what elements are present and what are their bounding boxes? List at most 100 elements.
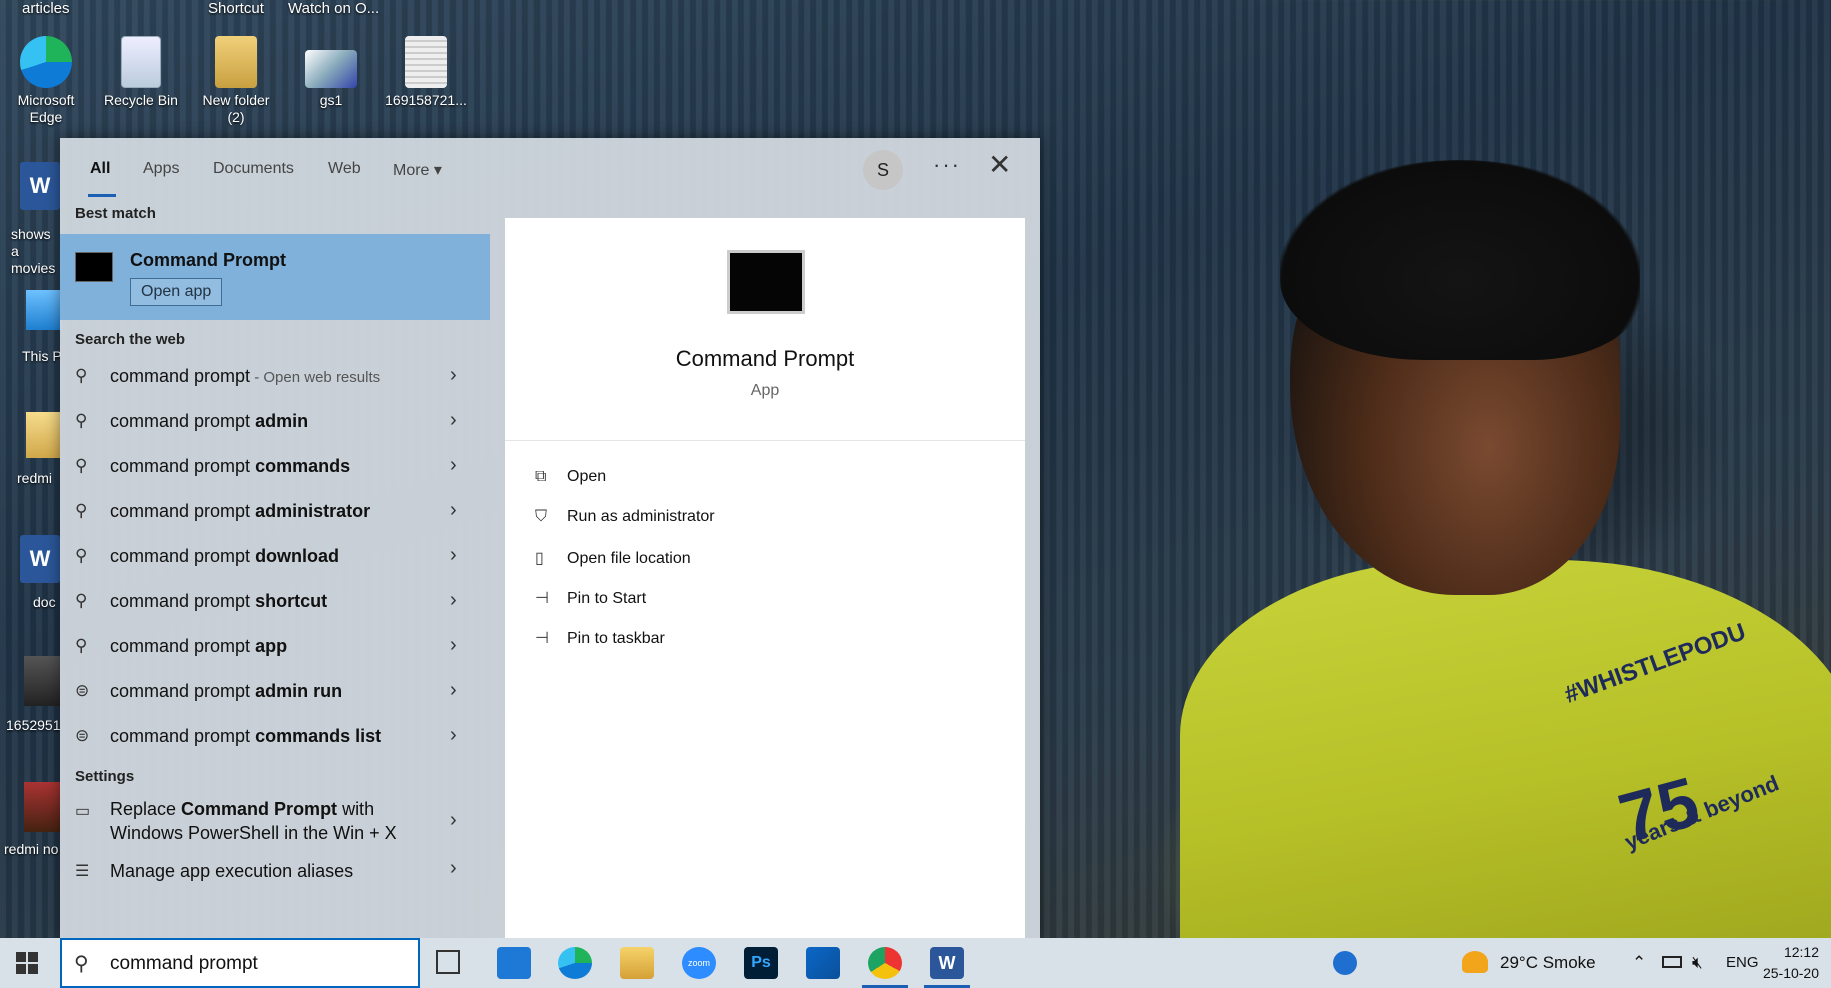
clock[interactable]: 12:12 25-10-20 <box>1763 942 1819 984</box>
desktop-icon-label: gs1 <box>319 92 343 108</box>
task-view-icon[interactable] <box>436 950 460 974</box>
web-result-label: command prompt admin run <box>110 681 342 702</box>
desktop-label-watch[interactable]: Watch on O... <box>288 0 379 17</box>
desktop-label-redmi[interactable]: redmi <box>17 470 52 487</box>
search-icon: ⚲ <box>75 456 88 475</box>
battery-icon[interactable] <box>1662 956 1682 968</box>
tab-apps[interactable]: Apps <box>143 160 179 178</box>
store-icon[interactable] <box>806 947 840 979</box>
chat-icon: ⊜ <box>75 726 90 745</box>
help-icon[interactable] <box>1333 951 1357 975</box>
web-result-label: command prompt download <box>110 546 339 567</box>
preview-title: Command Prompt <box>675 346 855 371</box>
web-result-item[interactable]: ⚲ command prompt app › <box>60 624 490 669</box>
web-result-label: command prompt commands list <box>110 726 381 747</box>
setting-bold: Command Prompt <box>181 799 338 819</box>
image-file-icon[interactable] <box>24 656 60 706</box>
web-result-item[interactable]: ⚲ command prompt commands › <box>60 444 490 489</box>
weather-icon[interactable] <box>1462 951 1488 973</box>
volume-muted-icon[interactable]: 🔇︎ <box>1692 938 1703 988</box>
desktop-label-doc[interactable]: doc <box>33 594 56 611</box>
search-icon: ⚲ <box>75 546 88 565</box>
desktop-icon-label: Recycle Bin <box>104 92 178 108</box>
chevron-right-icon: › <box>450 634 457 656</box>
search-input[interactable]: command prompt <box>110 953 258 975</box>
tab-all[interactable]: All <box>90 160 110 178</box>
folder-icon[interactable] <box>26 412 60 458</box>
web-result-item[interactable]: ⚲ command prompt - Open web results › <box>60 354 490 399</box>
tab-web[interactable]: Web <box>328 160 361 178</box>
action-pin-to-taskbar[interactable]: ⊣ Pin to taskbar <box>535 628 665 648</box>
web-results: ⚲ command prompt - Open web results › ⚲ comm… <box>60 354 490 759</box>
more-options-icon[interactable]: ··· <box>933 152 961 178</box>
setting-app-aliases[interactable]: ☰ Manage app execution aliases › <box>60 853 490 893</box>
mail-icon[interactable] <box>497 947 531 979</box>
web-result-item[interactable]: ⚲ command prompt shortcut › <box>60 579 490 624</box>
web-result-item[interactable]: ⊜ command prompt commands list › <box>60 714 490 759</box>
action-run-as-admin[interactable]: ⛉ Run as administrator <box>535 508 715 526</box>
recycle-bin-icon <box>121 36 161 88</box>
pin-icon: ⊣ <box>535 630 549 647</box>
desktop-icon-gs1[interactable]: gs1 <box>288 36 374 109</box>
taskbar-search-box[interactable]: ⚲ command prompt <box>60 938 420 988</box>
file-explorer-icon[interactable] <box>620 947 654 979</box>
desktop-icon-file[interactable]: 169158721... <box>383 36 469 109</box>
web-result-item[interactable]: ⊜ command prompt admin run › <box>60 669 490 714</box>
desktop-icon-recycle-bin[interactable]: Recycle Bin <box>98 36 184 109</box>
action-open-file-location[interactable]: ▯ Open file location <box>535 548 691 568</box>
web-result-item[interactable]: ⚲ command prompt admin › <box>60 399 490 444</box>
desktop-label-shortcut[interactable]: Shortcut <box>208 0 264 17</box>
web-result-bold: shortcut <box>255 591 328 611</box>
weather-text[interactable]: 29°C Smoke <box>1500 938 1596 988</box>
cmd-app-icon <box>75 252 113 282</box>
settings-heading: Settings <box>75 768 135 785</box>
setting-replace-cmd[interactable]: ▭ Replace Command Prompt with Windows Pow… <box>60 791 490 853</box>
close-icon[interactable]: ✕ <box>988 148 1011 181</box>
tab-documents[interactable]: Documents <box>213 160 294 178</box>
zoom-icon[interactable]: zoom <box>682 947 716 979</box>
date: 25-10-20 <box>1762 965 1819 981</box>
tab-more-label: More <box>393 162 430 179</box>
chevron-up-icon[interactable]: ⌃ <box>1632 938 1646 988</box>
desktop-icon-label: New folder (2) <box>202 92 270 125</box>
desktop-label-articles[interactable]: articles <box>22 0 70 17</box>
desktop-icon-new-folder[interactable]: New folder (2) <box>193 36 279 126</box>
web-result-label: command prompt shortcut <box>110 591 327 612</box>
web-result-item[interactable]: ⚲ command prompt download › <box>60 534 490 579</box>
web-result-bold: commands list <box>255 726 382 746</box>
action-label: Open file location <box>567 550 691 567</box>
best-match-item[interactable]: Command Prompt Open app <box>60 234 490 320</box>
word-icon[interactable]: W <box>930 947 964 979</box>
chevron-right-icon: › <box>450 544 457 566</box>
image-file-icon <box>305 50 357 88</box>
desktop-icon-label: 169158721... <box>385 92 467 108</box>
web-result-prefix: command prompt <box>110 636 256 656</box>
chevron-right-icon: › <box>450 857 457 879</box>
edge-icon[interactable] <box>558 947 592 979</box>
web-result-prefix: command prompt <box>110 456 256 476</box>
photoshop-icon[interactable]: Ps <box>744 947 778 979</box>
web-result-item[interactable]: ⚲ command prompt administrator › <box>60 489 490 534</box>
open-app-button[interactable]: Open app <box>130 278 223 306</box>
desktop-icon-edge[interactable]: Microsoft Edge <box>3 36 89 126</box>
language-indicator[interactable]: ENG <box>1726 938 1759 988</box>
action-pin-to-start[interactable]: ⊣ Pin to Start <box>535 588 646 608</box>
setting-label: Manage app execution aliases <box>110 861 354 881</box>
web-result-label: command prompt administrator <box>110 501 370 522</box>
this-pc-icon[interactable] <box>26 290 62 330</box>
chat-icon: ⊜ <box>75 681 90 700</box>
avatar[interactable]: S <box>863 150 903 190</box>
desktop-label-this-pc[interactable]: This P <box>22 348 62 365</box>
image-file-icon[interactable] <box>24 782 60 832</box>
desktop-label-shows[interactable]: shows a movies <box>11 226 61 277</box>
chevron-right-icon: › <box>450 454 457 476</box>
action-open[interactable]: ⧉ Open <box>535 468 606 486</box>
tab-more[interactable]: More ▾ <box>393 160 442 180</box>
start-button[interactable] <box>16 952 38 974</box>
word-doc-icon[interactable]: W <box>20 535 60 583</box>
desktop-label-redmi-no[interactable]: redmi no <box>4 841 58 858</box>
chrome-icon[interactable] <box>868 947 902 979</box>
word-doc-icon[interactable]: W <box>20 162 60 210</box>
desktop-label-1652951[interactable]: 1652951 <box>6 717 61 734</box>
best-match-title: Command Prompt <box>130 250 287 270</box>
